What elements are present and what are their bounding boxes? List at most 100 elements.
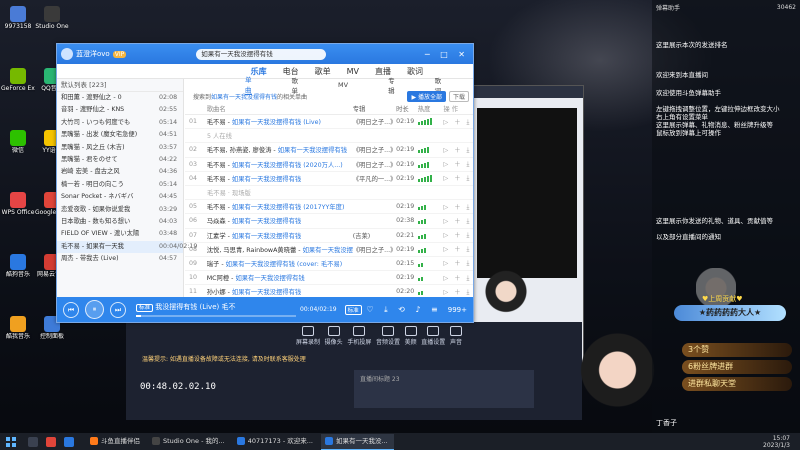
danmaku-overlay[interactable]: 弹幕助手 30462 这里展示本次的发送排名 欢迎来到本直播间 欢迎使用斗鱼弹幕助手…: [652, 0, 800, 433]
playlist-item[interactable]: FIELD OF VIEW - 渡い太陽 03:48: [57, 228, 183, 240]
stream-tool-button[interactable]: 声音: [449, 326, 462, 346]
row-song[interactable]: 如果有一天我没摆得有钱: [232, 176, 301, 183]
row-song[interactable]: 如果有一天我没摆得有钱: [303, 247, 353, 254]
stream-tool-button[interactable]: 音频设置: [376, 326, 400, 346]
row-song[interactable]: 如果有一天我没摆得有钱 (cover: 毛不易): [226, 261, 343, 268]
download-button[interactable]: 下载: [448, 90, 469, 102]
taskbar-task[interactable]: Studio One - 我的...: [148, 434, 231, 449]
music-player-window[interactable]: 蓝澄洋ovo VIP 如果有一天我没摆得有钱 ─ □ ✕ 乐库 电台 歌单 MV 直播歌…: [56, 43, 474, 323]
table-row[interactable]: 05 毛不易 - 如果有一天我没摆得有钱 (2017YY年度) 02:19 ▷ ＋ ⤓: [185, 200, 473, 215]
row-artist[interactable]: 江素学 -: [207, 233, 232, 240]
user-name[interactable]: 蓝澄洋ovo: [76, 49, 110, 59]
row-song[interactable]: 毛不易 · 现场版: [207, 190, 251, 197]
playlist-header[interactable]: 默认列表 [223]: [57, 79, 183, 92]
taskbar-task[interactable]: 如果有一天我没...: [320, 433, 394, 450]
nav-item[interactable]: 歌词: [407, 66, 423, 77]
window-controls[interactable]: ─ □ ✕: [425, 50, 469, 59]
playlist-item[interactable]: 大竹司 - いつも何度でも 05:14: [57, 117, 183, 129]
row-actions[interactable]: ▷ ＋ ⤓: [443, 258, 473, 268]
row-artist[interactable]: 毛不易 -: [207, 119, 232, 126]
stream-tool-button[interactable]: 摄像头: [325, 326, 343, 346]
result-tab[interactable]: MV: [338, 81, 348, 89]
playlist-item[interactable]: 和田薫 - 渡野仙之 - 0 02:08: [57, 92, 183, 104]
row-actions[interactable]: ▷ ＋ ⤓: [443, 202, 473, 212]
explorer-icon[interactable]: [64, 436, 74, 447]
row-song[interactable]: 如果有一天我没摆得有钱 (2020万人...): [232, 162, 343, 169]
start-button[interactable]: [6, 436, 16, 447]
chrome-icon[interactable]: [46, 436, 56, 447]
stream-tool-button[interactable]: 美颜: [404, 326, 417, 346]
playlist-item[interactable]: 周杰 - 带我去 (Live) 04:57: [57, 253, 183, 265]
desktop-icon[interactable]: WPS Office: [1, 192, 35, 216]
row-song[interactable]: 如果有一天我没摆得有钱: [278, 147, 347, 154]
stream-tool-button[interactable]: 屏幕录制: [296, 326, 320, 346]
row-actions[interactable]: ▷ ＋ ⤓: [443, 287, 473, 297]
stream-tool-button[interactable]: 直播设置: [421, 326, 445, 346]
table-row[interactable]: 08 沈悦, 马思青, RainbowA黄晓蕾 - 如果有一天我没摆得有钱《明日之…: [185, 243, 473, 257]
row-actions[interactable]: ▷ ＋ ⤓: [443, 273, 473, 283]
row-artist[interactable]: 毛不易 -: [207, 204, 232, 211]
system-clock[interactable]: 15:07 2023/1/3: [763, 435, 790, 449]
desktop-icon[interactable]: 9973158: [1, 6, 35, 30]
playlist-item[interactable]: 恋爱夜歌 - 如果你说爱我 03:29: [57, 204, 183, 216]
row-album[interactable]: (吉莱): [353, 231, 396, 240]
row-artist[interactable]: 瑞子 -: [207, 261, 226, 268]
row-album[interactable]: 《明日之子...》: [353, 160, 396, 169]
row-artist[interactable]: 沈悦, 马思青, RainbowA黄晓蕾 -: [207, 247, 303, 254]
playlist-item[interactable]: 黑嘴猫 - 风之丘 (木吉) 03:57: [57, 142, 183, 154]
row-song[interactable]: 如果有一天我没摆得有钱: [232, 218, 301, 225]
row-actions[interactable]: ▷ ＋ ⤓: [443, 230, 473, 240]
table-row[interactable]: 07 江素学 - 如果有一天我没摆得有钱 (吉莱) 02:21 ▷ ＋ ⤓: [185, 229, 473, 243]
table-row[interactable]: 03 毛不易 - 如果有一天我没摆得有钱 (2020万人...) 《明日之子...》…: [185, 158, 473, 172]
table-row[interactable]: 10 MC阿橙 - 如果有一天我没摆得有钱 02:19 ▷ ＋ ⤓: [185, 271, 473, 286]
sound-quality-button[interactable]: 标准: [344, 304, 362, 315]
nav-item[interactable]: 歌单: [315, 66, 331, 77]
playlist-count[interactable]: 999+: [448, 306, 467, 314]
result-tab[interactable]: 专辑: [388, 75, 395, 95]
playlist-item[interactable]: 毛不易 - 如果有一天我 00:04/02:19: [57, 240, 197, 254]
row-album[interactable]: 《明日之子...》: [353, 117, 396, 126]
user-avatar[interactable]: [61, 48, 73, 60]
stream-tool-window[interactable]: 屏幕录制 摄像头 手机投屏 音频设置 美颜 直播设置 声音 温馨提示: 如遇直播设备故障或无…: [126, 322, 582, 420]
playlist-item[interactable]: 楠一若 - 明日の向こう 05:14: [57, 179, 183, 191]
row-album[interactable]: 《明日之子...》: [353, 245, 396, 254]
row-artist[interactable]: 毛不易, 孙燕姿, 廖俊涛 -: [207, 147, 278, 154]
row-actions[interactable]: ▷ ＋ ⤓: [443, 244, 473, 254]
stream-tool-button[interactable]: 手机投屏: [347, 326, 371, 346]
table-row[interactable]: 02 毛不易, 孙燕姿, 廖俊涛 - 如果有一天我没摆得有钱 《明日之子...》 02…: [185, 143, 473, 158]
table-row[interactable]: 毛不易 · 现场版: [185, 186, 473, 201]
playlist-item[interactable]: 日本歌曲 - 数も知る想い 04:03: [57, 216, 183, 228]
progress-bar[interactable]: [136, 315, 296, 317]
row-song[interactable]: 如果有一天我没摆得有钱 (2017YY年度): [232, 204, 345, 211]
player-extra-controls[interactable]: ♡ ⤓ ⟲ ♪ ≡: [366, 305, 441, 315]
row-actions[interactable]: ▷ ＋ ⤓: [443, 216, 473, 226]
playlist-item[interactable]: 岩崎 宏美 - 盘古之风 04:36: [57, 166, 183, 178]
row-artist[interactable]: 孙小娜 -: [207, 289, 232, 296]
row-artist[interactable]: 毛不易 -: [207, 176, 232, 183]
row-song[interactable]: 5 人在线: [207, 133, 232, 140]
row-artist[interactable]: 毛不易 -: [207, 162, 232, 169]
row-song[interactable]: 如果有一天我没摆得有钱: [232, 233, 301, 240]
play-all-button[interactable]: ▶ 播放全部: [407, 90, 446, 102]
desktop-icon[interactable]: GeForce Experience: [1, 68, 35, 92]
playlist-item[interactable]: 音羽 - 渡野仙之 - KNS 02:55: [57, 104, 183, 116]
taskbar-task[interactable]: 斗鱼直播伴侣: [86, 434, 146, 449]
row-artist[interactable]: 马焱森 -: [207, 218, 232, 225]
desktop-icon[interactable]: 微信: [1, 130, 35, 154]
taskbar-task[interactable]: 40717173 - 欢迎来...: [233, 434, 319, 449]
row-actions[interactable]: ▷ ＋ ⤓: [443, 159, 473, 169]
row-actions[interactable]: ▷ ＋ ⤓: [443, 145, 473, 155]
row-album[interactable]: 《平凡的一...》: [353, 174, 396, 183]
nav-item[interactable]: 乐库: [251, 66, 267, 77]
desktop-icon[interactable]: Studio One: [35, 6, 69, 30]
row-artist[interactable]: MC阿橙 -: [207, 275, 236, 282]
playlist-item[interactable]: 黑嘴猫 - 出发 (魔女宅急便) 04:51: [57, 129, 183, 141]
row-album[interactable]: 《明日之子...》: [353, 145, 396, 154]
next-button[interactable]: ⏭: [110, 301, 126, 318]
table-row[interactable]: 04 毛不易 - 如果有一天我没摆得有钱 《平凡的一...》 02:19 ▷ ＋ ⤓: [185, 172, 473, 186]
playlist-item[interactable]: Sonar Pocket - ネバギバ 04:45: [57, 191, 183, 203]
row-song[interactable]: 如果有一天我没摆得有钱 (Live): [232, 119, 321, 126]
table-row[interactable]: 01 毛不易 - 如果有一天我没摆得有钱 (Live) 《明日之子...》 02:19…: [185, 115, 473, 130]
stream-info-panel[interactable]: 直播间标题 23: [354, 370, 534, 408]
table-row[interactable]: 06 马焱森 - 如果有一天我没摆得有钱 02:38 ▷ ＋ ⤓: [185, 214, 473, 229]
